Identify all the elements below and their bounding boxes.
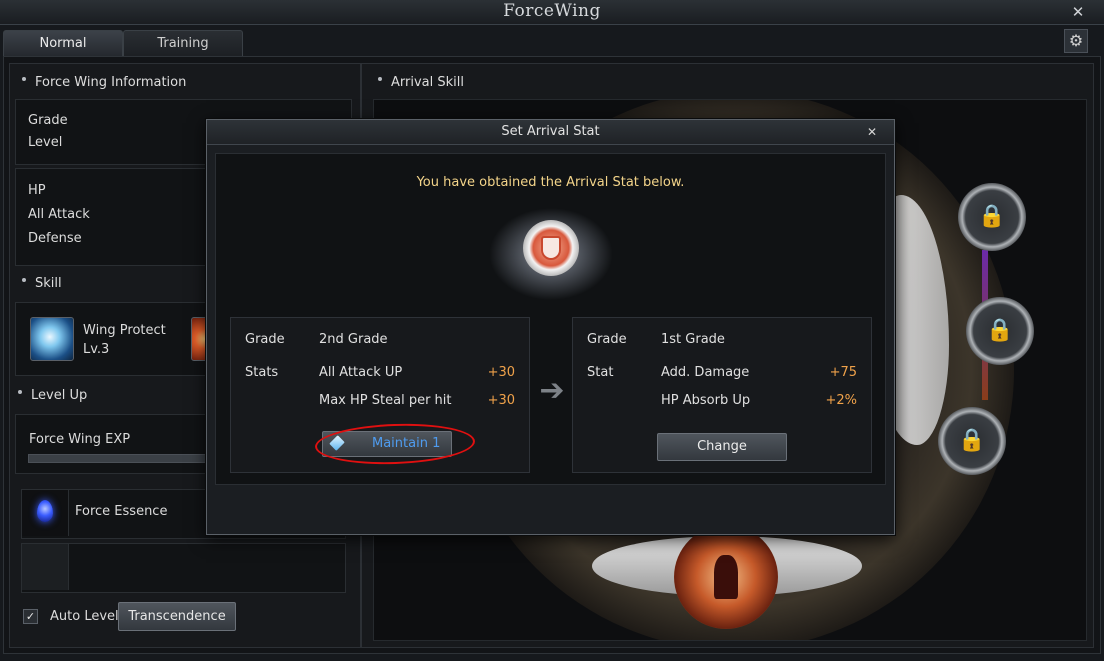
- current-stat-box: Grade 2nd Grade Stats All Attack UP +30 …: [230, 317, 530, 473]
- current-stats-label: Stats: [245, 365, 279, 380]
- force-essence-icon: [37, 500, 53, 522]
- gear-icon[interactable]: ⚙: [1064, 29, 1088, 53]
- level-label: Level: [28, 135, 63, 150]
- tab-normal[interactable]: Normal: [3, 30, 123, 57]
- arrival-stat-emblem-icon: [523, 220, 579, 276]
- empty-slot-row: [21, 543, 346, 593]
- essence-item-slot[interactable]: [22, 490, 69, 536]
- new-stat-value: +2%: [825, 393, 857, 408]
- locked-slot-2[interactable]: 🔒: [966, 297, 1034, 365]
- new-stat-box: Grade 1st Grade Stat Add. Damage +75 HP …: [572, 317, 872, 473]
- skill-section-title: Skill: [35, 276, 62, 291]
- force-wing-window: ForceWing ✕ Normal Training ⚙ Force Wing…: [0, 0, 1104, 661]
- bullet-icon: [18, 389, 22, 394]
- info-section-header: Force Wing Information: [22, 75, 186, 90]
- new-grade-label: Grade: [587, 332, 627, 347]
- title-bar: ForceWing ✕: [0, 0, 1104, 25]
- exp-label: Force Wing EXP: [29, 432, 131, 447]
- dialog-title-bar: Set Arrival Stat ✕: [207, 120, 894, 145]
- all-attack-label: All Attack: [28, 207, 90, 222]
- window-title: ForceWing: [503, 1, 601, 21]
- current-stat-value: +30: [487, 365, 515, 380]
- new-stat-name: Add. Damage: [661, 365, 750, 380]
- arrival-skill-header: Arrival Skill: [378, 75, 464, 90]
- locked-slot-3[interactable]: 🔒: [938, 407, 1006, 475]
- figure-icon: [714, 555, 738, 599]
- current-stat-value: +30: [487, 393, 515, 408]
- dialog-title: Set Arrival Stat: [501, 124, 600, 139]
- skill-name: Wing Protect: [83, 323, 166, 338]
- hp-label: HP: [28, 183, 46, 198]
- new-stat-name: HP Absorb Up: [661, 393, 751, 408]
- arrival-skill-title: Arrival Skill: [391, 75, 464, 90]
- set-arrival-stat-dialog: Set Arrival Stat ✕ You have obtained the…: [206, 119, 895, 535]
- lock-icon: 🔒: [958, 428, 986, 453]
- dialog-body: You have obtained the Arrival Stat below…: [215, 153, 886, 485]
- close-icon[interactable]: ✕: [1068, 2, 1088, 22]
- levelup-section-header: Level Up: [18, 388, 87, 403]
- skill-level: Lv.3: [83, 342, 110, 357]
- dialog-message: You have obtained the Arrival Stat below…: [416, 175, 685, 190]
- current-grade-label: Grade: [245, 332, 285, 347]
- change-button[interactable]: Change: [657, 433, 787, 461]
- current-stat-name: All Attack UP: [319, 365, 403, 380]
- dialog-close-icon[interactable]: ✕: [864, 124, 880, 140]
- new-stat-value: +75: [829, 365, 857, 380]
- emblem-medallion: [674, 525, 778, 629]
- shield-icon: [541, 236, 561, 260]
- lock-icon: 🔒: [986, 318, 1014, 343]
- current-grade-value: 2nd Grade: [319, 332, 388, 347]
- info-section-title: Force Wing Information: [35, 75, 187, 90]
- empty-item-slot[interactable]: [22, 544, 69, 590]
- skill-section-header: Skill: [22, 276, 62, 291]
- new-stat-label: Stat: [587, 365, 614, 380]
- bullet-icon: [22, 76, 26, 81]
- arrow-right-icon: ➔: [539, 373, 565, 408]
- levelup-section-title: Level Up: [31, 388, 88, 403]
- grade-label: Grade: [28, 113, 68, 128]
- bullet-icon: [378, 76, 382, 81]
- locked-slot-1[interactable]: 🔒: [958, 183, 1026, 251]
- bullet-icon: [22, 277, 26, 282]
- auto-level-checkbox[interactable]: ✓: [23, 609, 38, 624]
- tab-training[interactable]: Training: [123, 30, 243, 57]
- defense-label: Defense: [28, 231, 82, 246]
- lock-icon: 🔒: [978, 204, 1006, 229]
- wing-protect-skill-icon[interactable]: [30, 317, 74, 361]
- essence-label: Force Essence: [75, 504, 168, 519]
- new-grade-value: 1st Grade: [661, 332, 725, 347]
- current-stat-name: Max HP Steal per hit: [319, 393, 452, 408]
- red-highlight-circle: [314, 421, 476, 467]
- transcendence-button[interactable]: Transcendence: [118, 602, 236, 631]
